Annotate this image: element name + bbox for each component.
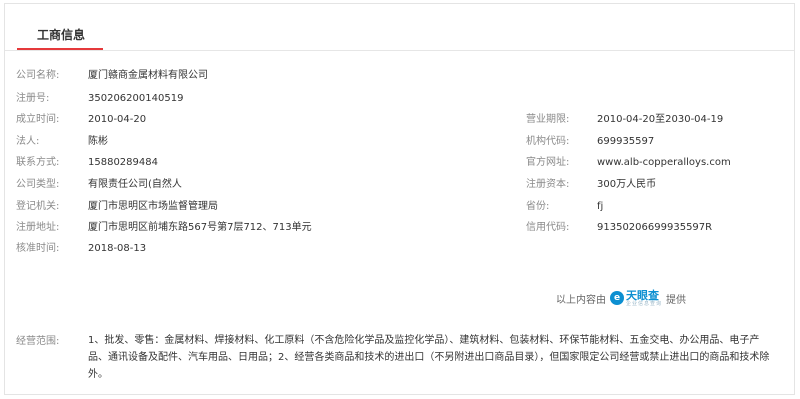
field-label: 成立时间: (16, 114, 60, 125)
field-org-code-value: 699935597 (597, 135, 654, 149)
field-credit-code: 信用代码: (526, 221, 569, 235)
field-label: 核准时间: (16, 243, 60, 254)
field-label: 公司名称: (16, 70, 60, 81)
field-website-value[interactable]: www.alb-copperalloys.com (597, 156, 731, 170)
website-link[interactable]: www.alb-copperalloys.com (597, 157, 731, 168)
field-reg-authority-value: 厦门市思明区市场监督管理局 (88, 200, 218, 214)
logo-sub: 企业信息查询 (626, 300, 663, 307)
tab-business-info-label: 工商信息 (37, 28, 86, 42)
field-org-code: 机构代码: (526, 135, 569, 149)
tianyancha-logo-icon: e (610, 291, 624, 305)
field-province-value: fj (597, 200, 603, 214)
field-value: 350206200140519 (88, 93, 184, 104)
field-label: 登记机关: (16, 201, 60, 212)
field-reg-capital-value: 300万人民币 (597, 178, 656, 192)
field-business-term: 营业期限: (526, 113, 569, 127)
field-label: 注册资本: (526, 179, 570, 190)
field-label: 注册地址: (16, 222, 60, 233)
field-website: 官方网址: (526, 156, 569, 170)
tab-bar: 工商信息 (5, 4, 794, 51)
field-value: fj (597, 201, 604, 212)
field-value: 15880289484 (88, 157, 158, 168)
field-value: 699935597 (597, 136, 655, 147)
field-founded: 成立时间: (16, 113, 59, 127)
field-label: 公司类型: (16, 179, 60, 190)
field-label: 法人: (16, 136, 40, 147)
field-label: 营业期限: (526, 114, 570, 125)
field-value: 2010-04-20 (88, 114, 147, 125)
field-contact: 联系方式: (16, 156, 59, 170)
field-company-type: 公司类型: (16, 178, 59, 192)
tianyancha-logo[interactable]: e 天眼查 企业信息查询 (610, 290, 662, 307)
field-value: 厦门赣商金属材料有限公司 (88, 70, 208, 81)
field-value: 300万人民币 (597, 179, 657, 190)
field-value: 2018-08-13 (88, 243, 147, 254)
tianyancha-logo-text: 天眼查 企业信息查询 (626, 290, 662, 307)
field-label: 注册号: (16, 93, 50, 104)
field-company-name-value: 厦门赣商金属材料有限公司 (88, 69, 208, 83)
field-business-scope: 经营范围: (16, 335, 59, 349)
field-legal-rep-value: 陈彬 (88, 135, 108, 149)
field-value: 厦门市思明区市场监督管理局 (88, 201, 218, 212)
field-credit-code-value: 91350206699935597R (597, 221, 712, 235)
field-value: 厦门市思明区前埔东路567号第7层712、713单元 (88, 222, 312, 233)
field-legal-rep: 法人: (16, 135, 39, 149)
provider-prefix: 以上内容由 (556, 294, 606, 306)
field-company-type-value: 有限责任公司(自然人 (88, 178, 182, 192)
field-value: 陈彬 (88, 136, 108, 147)
field-reg-no: 注册号: (16, 92, 49, 106)
field-approval-date: 核准时间: (16, 242, 59, 256)
field-label: 联系方式: (16, 157, 60, 168)
field-reg-address-value: 厦门市思明区前埔东路567号第7层712、713单元 (88, 221, 312, 235)
business-scope-text: 1、批发、零售：金属材料、焊接材料、化工原料（不含危险化学品及监控化学品）、建筑… (88, 335, 770, 380)
tab-business-info[interactable]: 工商信息 (17, 4, 103, 50)
field-approval-date-value: 2018-08-13 (88, 242, 146, 256)
field-contact-value: 15880289484 (88, 156, 158, 170)
field-label: 信用代码: (526, 222, 570, 233)
logo-name: 天眼查 (626, 288, 659, 302)
field-label: 省份: (526, 201, 550, 212)
field-value: 91350206699935597R (597, 222, 713, 233)
field-label: 机构代码: (526, 136, 570, 147)
field-business-term-value: 2010-04-20至2030-04-19 (597, 113, 723, 127)
field-label: 官方网址: (526, 157, 570, 168)
field-reg-authority: 登记机关: (16, 200, 59, 214)
field-company-name: 公司名称: (16, 69, 59, 83)
field-reg-no-value: 350206200140519 (88, 92, 183, 106)
field-label: 经营范围: (16, 336, 60, 347)
field-value: 2010-04-20至2030-04-19 (597, 114, 724, 125)
field-founded-value: 2010-04-20 (88, 113, 146, 127)
field-reg-capital: 注册资本: (526, 178, 569, 192)
data-provider-attribution: 以上内容由 e 天眼查 企业信息查询 提供 (556, 287, 686, 309)
provider-suffix: 提供 (666, 294, 687, 306)
field-value: 有限责任公司(自然人 (88, 179, 182, 190)
field-reg-address: 注册地址: (16, 221, 59, 235)
field-province: 省份: (526, 200, 549, 214)
